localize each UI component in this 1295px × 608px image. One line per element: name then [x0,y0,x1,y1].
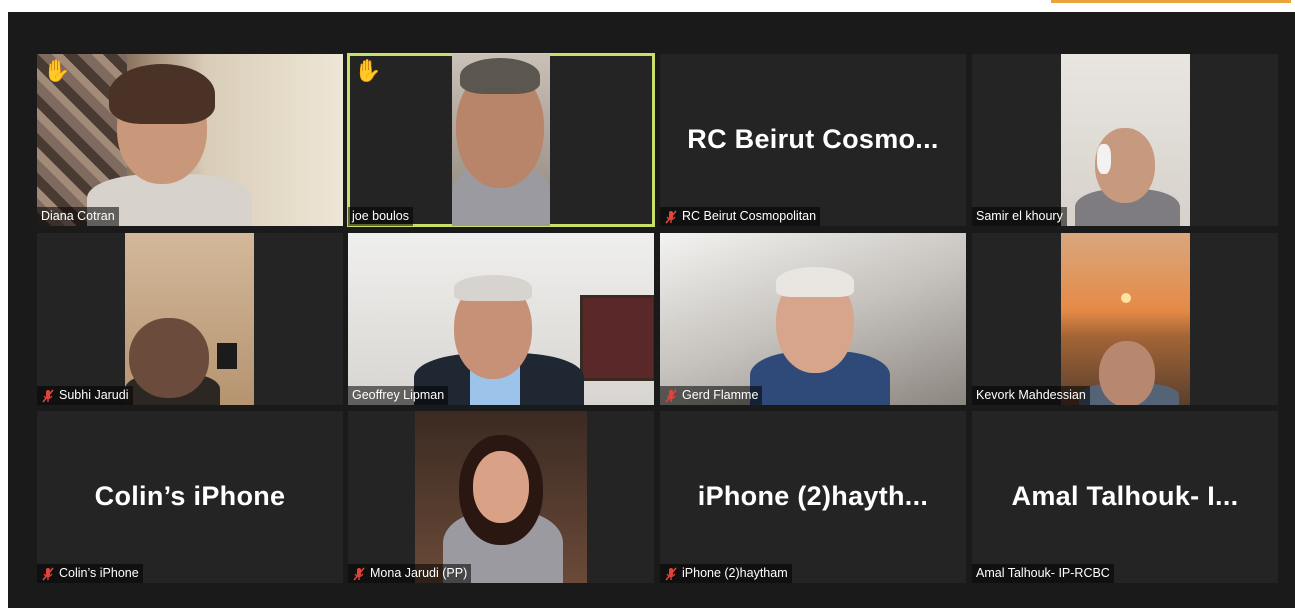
participant-name-tag: RC Beirut Cosmopolitan [660,207,821,226]
participant-name: Geoffrey Lipman [352,388,445,402]
participant-tile[interactable]: Mona Jarudi (PP) [348,411,654,583]
wall-painting [580,295,654,381]
participant-name: Gerd Flamme [682,388,759,402]
participant-name-tag: Subhi Jarudi [37,386,133,405]
participant-tile[interactable]: Gerd Flamme [660,233,966,405]
participant-tile[interactable]: Amal Talhouk- I... Amal Talhouk- IP-RCBC [972,411,1278,583]
participant-tile[interactable]: iPhone (2)hayth... iPhone (2)haytham [660,411,966,583]
participant-name-tag: Colin’s iPhone [37,564,143,583]
participant-display-name: iPhone (2)hayth... [697,481,929,511]
participant-name-tag: Kevork Mahdessian [972,386,1090,405]
participant-name: Mona Jarudi (PP) [370,566,468,580]
mic-off-icon [42,388,54,403]
participant-display-name: Amal Talhouk- I... [1011,481,1239,511]
participant-display-name: Colin’s iPhone [94,481,286,511]
participant-hair [454,275,532,301]
mic-off-icon [665,209,677,224]
participant-name: Diana Cotran [41,209,115,223]
top-accent-bar [1051,0,1291,3]
headrest [1097,144,1111,174]
participant-tile-active-speaker[interactable]: ✋ joe boulos [347,53,655,227]
participant-name-tag: Mona Jarudi (PP) [348,564,472,583]
participant-name: Amal Talhouk- IP-RCBC [976,566,1110,580]
participant-name: Kevork Mahdessian [976,388,1086,402]
participant-tile[interactable]: ✋ Diana Cotran [37,54,343,226]
participant-name-tag: Geoffrey Lipman [348,386,449,405]
participant-name-tag: Diana Cotran [37,207,119,226]
participant-video [1061,233,1190,405]
participant-tile[interactable]: Colin’s iPhone Colin’s iPhone [37,411,343,583]
participant-name: Subhi Jarudi [59,388,129,402]
mic-off-icon [665,388,677,403]
participant-head [129,318,209,398]
participant-name: iPhone (2)haytham [682,566,788,580]
participant-video [125,233,254,405]
raised-hand-icon: ✋ [354,58,382,83]
participant-name: Colin’s iPhone [59,566,139,580]
sun [1121,293,1131,303]
participant-head [473,451,529,523]
participant-video [1061,54,1190,226]
gallery-view: ✋ Diana Cotran ✋ joe boulos RC Beirut Co… [8,12,1295,608]
participant-hair [460,58,540,94]
participant-name-tag: iPhone (2)haytham [660,564,792,583]
participant-video [415,411,587,583]
participant-name-tag: Amal Talhouk- IP-RCBC [972,564,1114,583]
participant-tile[interactable]: Geoffrey Lipman [348,233,654,405]
participant-hair [776,267,854,297]
participant-display-name: RC Beirut Cosmo... [687,124,939,154]
participant-video [348,233,654,405]
participant-video [37,54,343,226]
participant-tile[interactable]: Subhi Jarudi [37,233,343,405]
participant-video [660,233,966,405]
participant-tile[interactable]: Kevork Mahdessian [972,233,1278,405]
participant-name: Samir el khoury [976,209,1063,223]
participant-name-tag: joe boulos [348,207,413,226]
participant-video [452,54,550,226]
participant-tile[interactable]: Samir el khoury [972,54,1278,226]
mic-off-icon [353,566,365,581]
participant-tile[interactable]: RC Beirut Cosmo... RC Beirut Cosmopolita… [660,54,966,226]
participant-name: RC Beirut Cosmopolitan [682,209,817,223]
mic-off-icon [665,566,677,581]
participant-name: joe boulos [352,209,409,223]
raised-hand-icon: ✋ [43,58,71,83]
participant-name-tag: Samir el khoury [972,207,1067,226]
wall-speaker [217,343,237,369]
mic-off-icon [42,566,54,581]
participant-hair [109,64,215,124]
participant-head [1099,341,1155,405]
participant-name-tag: Gerd Flamme [660,386,763,405]
